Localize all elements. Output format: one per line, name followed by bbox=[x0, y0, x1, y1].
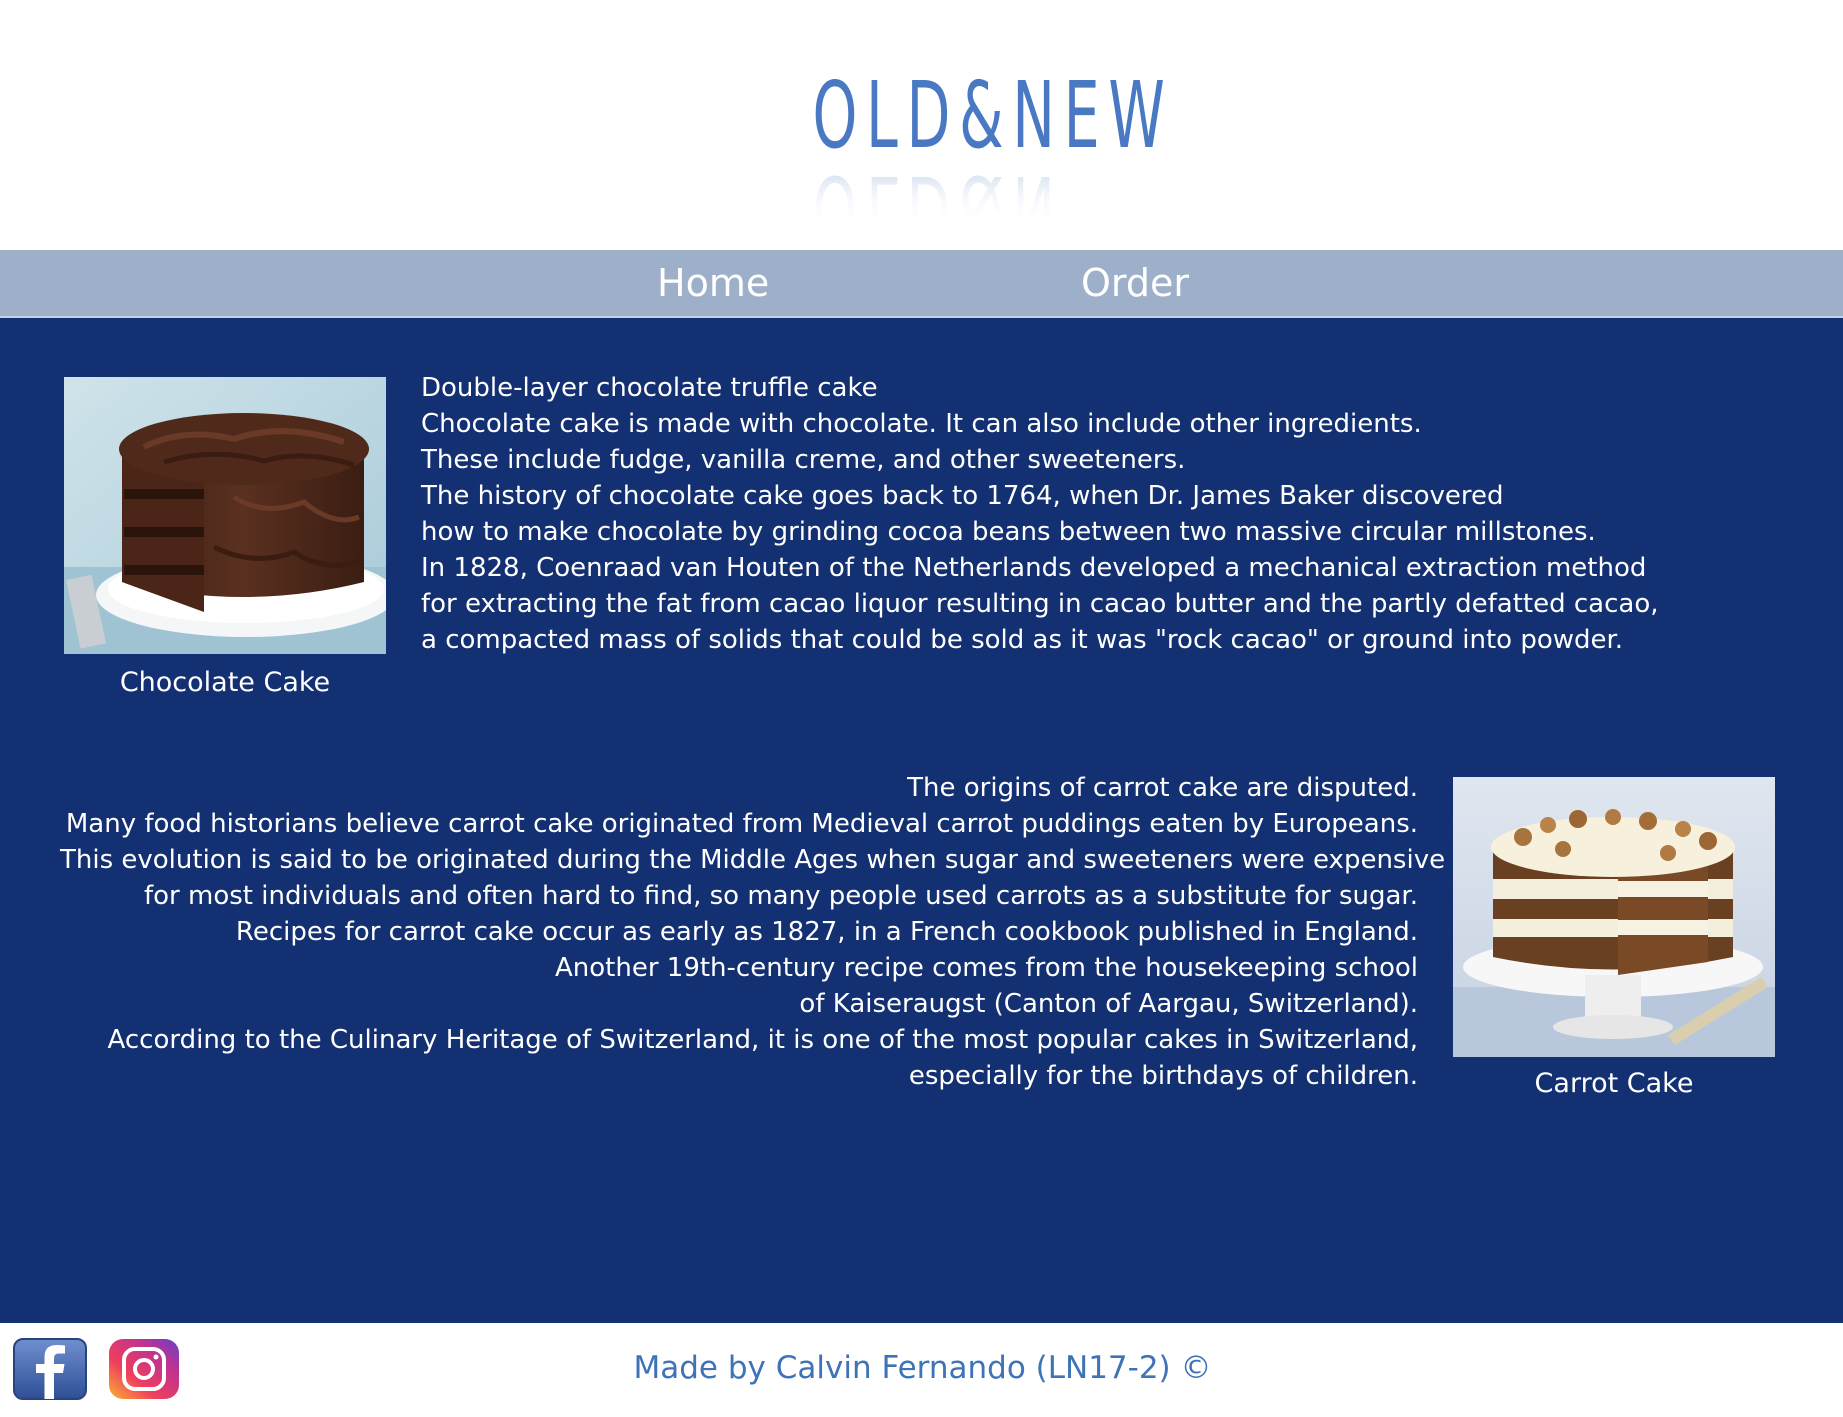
description-line: Chocolate cake is made with chocolate. I… bbox=[421, 409, 1422, 439]
description-line: Another 19th-century recipe comes from t… bbox=[554, 953, 1418, 983]
main-content: Chocolate Cake Double-layer chocolate tr… bbox=[0, 318, 1843, 1323]
carrot-cake-caption: Carrot Cake bbox=[1534, 1068, 1694, 1099]
logo-reflection-fade bbox=[728, 162, 1140, 232]
nav-bar: Home Order bbox=[0, 250, 1843, 318]
description-line: Double-layer chocolate truffle cake bbox=[421, 373, 878, 403]
carrot-cake-description: The origins of carrot cake are disputed.… bbox=[60, 770, 1446, 1094]
chocolate-cake-photo-icon bbox=[64, 377, 386, 654]
header: OLD&NEW OLD&NEW bbox=[0, 0, 1843, 262]
nav-item-order[interactable]: Order bbox=[1081, 258, 1189, 308]
footer-credit: Made by Calvin Fernando (LN17-2) © bbox=[633, 1350, 1212, 1386]
description-line: According to the Culinary Heritage of Sw… bbox=[107, 1025, 1418, 1055]
description-line: especially for the birthdays of children… bbox=[908, 1061, 1418, 1091]
chocolate-cake-description: Double-layer chocolate truffle cake Choc… bbox=[421, 370, 1659, 658]
facebook-icon bbox=[13, 1338, 87, 1400]
description-line: The origins of carrot cake are disputed. bbox=[907, 773, 1418, 803]
description-line: In 1828, Coenraad van Houten of the Neth… bbox=[421, 553, 1647, 583]
site-logo[interactable]: OLD&NEW OLD&NEW bbox=[728, 62, 1174, 262]
instagram-link[interactable] bbox=[108, 1338, 180, 1400]
carrot-cake-photo-icon bbox=[1453, 777, 1775, 1057]
description-line: a compacted mass of solids that could be… bbox=[421, 625, 1624, 655]
carrot-cake-image bbox=[1453, 777, 1775, 1057]
nav-item-home[interactable]: Home bbox=[657, 258, 769, 308]
description-line: Recipes for carrot cake occur as early a… bbox=[235, 917, 1418, 947]
description-line: This evolution is said to be originated … bbox=[60, 845, 1446, 875]
chocolate-cake-image bbox=[64, 377, 386, 654]
description-line: for extracting the fat from cacao liquor… bbox=[421, 589, 1659, 619]
description-line: The history of chocolate cake goes back … bbox=[421, 481, 1504, 511]
description-line: These include fudge, vanilla creme, and … bbox=[421, 445, 1186, 475]
footer: Made by Calvin Fernando (LN17-2) © bbox=[0, 1323, 1843, 1417]
description-line: Many food historians believe carrot cake… bbox=[65, 809, 1418, 839]
logo-text: OLD&NEW bbox=[812, 62, 1174, 169]
facebook-link[interactable] bbox=[13, 1338, 87, 1400]
description-line: how to make chocolate by grinding cocoa … bbox=[421, 517, 1596, 547]
description-line: of Kaiseraugst (Canton of Aargau, Switze… bbox=[799, 989, 1418, 1019]
instagram-icon bbox=[109, 1339, 179, 1399]
chocolate-cake-caption: Chocolate Cake bbox=[119, 667, 331, 698]
description-line: for most individuals and often hard to f… bbox=[143, 881, 1418, 911]
